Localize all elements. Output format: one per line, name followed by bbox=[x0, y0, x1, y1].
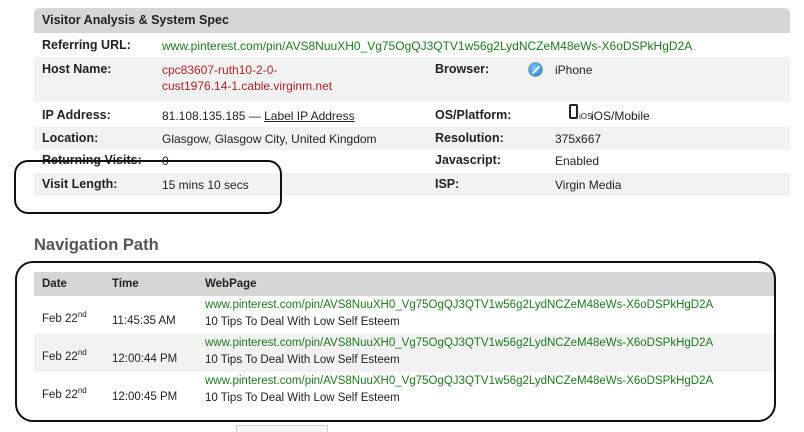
visitor-spec-panel: Visitor Analysis & System Spec Referring… bbox=[34, 8, 790, 196]
safari-compass-icon bbox=[528, 62, 543, 77]
nav-date-suffix: nd bbox=[77, 348, 87, 357]
spec-panel-title: Visitor Analysis & System Spec bbox=[34, 8, 790, 33]
host-name-label: Host Name: bbox=[42, 62, 112, 76]
table-row: Feb 22nd 12:00:44 PM www.pinterest.com/p… bbox=[34, 334, 776, 372]
browser-value: iPhone bbox=[555, 63, 593, 77]
nav-url-link[interactable]: www.pinterest.com/pin/AVS8NuuXH0_Vg75OgQ… bbox=[205, 299, 713, 311]
host-name-line-2: cust1976.14-1.cable.virginm.net bbox=[162, 79, 333, 93]
label-ip-address-link[interactable]: Label IP Address bbox=[264, 109, 355, 123]
cut-off-button[interactable] bbox=[236, 425, 328, 432]
nav-url-link[interactable]: www.pinterest.com/pin/AVS8NuuXH0_Vg75OgQ… bbox=[205, 375, 713, 387]
referring-url-label: Referring URL: bbox=[42, 38, 131, 52]
referring-url-link[interactable]: www.pinterest.com/pin/AVS8NuuXH0_Vg75OgQ… bbox=[162, 39, 692, 53]
javascript-label: Javascript: bbox=[435, 153, 502, 167]
host-name-line-1: cpc83607-ruth10-2-0- bbox=[162, 63, 278, 77]
nav-col-date: Date bbox=[42, 278, 67, 290]
host-name-value: cpc83607-ruth10-2-0- cust1976.14-1.cable… bbox=[162, 62, 332, 94]
nav-date-suffix: nd bbox=[77, 386, 87, 395]
referring-url-row: Referring URL: www.pinterest.com/pin/AVS… bbox=[34, 33, 790, 57]
ip-address-value: 81.108.135.185 — Label IP Address bbox=[162, 109, 355, 123]
nav-page-title: 10 Tips To Deal With Low Self Esteem bbox=[205, 316, 400, 328]
nav-table-header: Date Time WebPage bbox=[34, 272, 776, 296]
returning-visits-label: Returning Visits: bbox=[42, 153, 142, 167]
nav-col-webpage: WebPage bbox=[205, 278, 257, 290]
nav-date: Feb 22nd bbox=[42, 310, 87, 325]
resolution-label: Resolution: bbox=[435, 131, 504, 145]
nav-time: 12:00:45 PM bbox=[112, 391, 178, 403]
nav-date-text: Feb 22 bbox=[42, 351, 78, 363]
location-resolution-row: Location: Glasgow, Glasgow City, United … bbox=[34, 127, 790, 150]
resolution-value: 375x667 bbox=[555, 132, 602, 146]
visit-length-value: 15 mins 10 secs bbox=[162, 178, 249, 192]
location-value: Glasgow, Glasgow City, United Kingdom bbox=[162, 132, 377, 146]
os-platform-value: iOS/Mobile bbox=[591, 109, 650, 123]
browser-label: Browser: bbox=[435, 62, 490, 76]
visit-length-label: Visit Length: bbox=[42, 177, 118, 191]
iphone-icon bbox=[569, 104, 578, 119]
nav-date-text: Feb 22 bbox=[42, 313, 78, 325]
nav-page-title: 10 Tips To Deal With Low Self Esteem bbox=[205, 392, 400, 404]
nav-url-link[interactable]: www.pinterest.com/pin/AVS8NuuXH0_Vg75OgQ… bbox=[205, 337, 713, 349]
location-label: Location: bbox=[42, 131, 99, 145]
os-platform-label: OS/Platform: bbox=[435, 108, 512, 122]
returning-javascript-row: Returning Visits: 0 Javascript: Enabled bbox=[34, 150, 790, 173]
nav-col-time: Time bbox=[112, 278, 139, 290]
nav-time: 11:45:35 AM bbox=[112, 315, 176, 327]
visit-isp-row: Visit Length: 15 mins 10 secs ISP: Virgi… bbox=[34, 173, 790, 196]
nav-date: Feb 22nd bbox=[42, 386, 87, 401]
table-row: Feb 22nd 12:00:45 PM www.pinterest.com/p… bbox=[34, 372, 776, 410]
isp-label: ISP: bbox=[435, 177, 460, 191]
isp-value: Virgin Media bbox=[555, 178, 622, 192]
ip-address-text: 81.108.135.185 — bbox=[162, 109, 261, 123]
nav-page-title: 10 Tips To Deal With Low Self Esteem bbox=[205, 354, 400, 366]
javascript-value: Enabled bbox=[555, 154, 600, 168]
host-browser-row: Host Name: cpc83607-ruth10-2-0- cust1976… bbox=[34, 57, 790, 102]
nav-date: Feb 22nd bbox=[42, 348, 87, 363]
returning-visits-value: 0 bbox=[162, 154, 169, 168]
ip-address-label: IP Address: bbox=[42, 108, 111, 122]
nav-time: 12:00:44 PM bbox=[112, 353, 178, 365]
ip-os-row: IP Address: 81.108.135.185 — Label IP Ad… bbox=[34, 102, 790, 127]
nav-date-text: Feb 22 bbox=[42, 389, 78, 401]
table-row: Feb 22nd 11:45:35 AM www.pinterest.com/p… bbox=[34, 296, 776, 334]
nav-date-suffix: nd bbox=[77, 310, 87, 319]
navigation-path-title: Navigation Path bbox=[34, 236, 159, 254]
navigation-path-table: Date Time WebPage Feb 22nd 11:45:35 AM w… bbox=[34, 272, 776, 410]
